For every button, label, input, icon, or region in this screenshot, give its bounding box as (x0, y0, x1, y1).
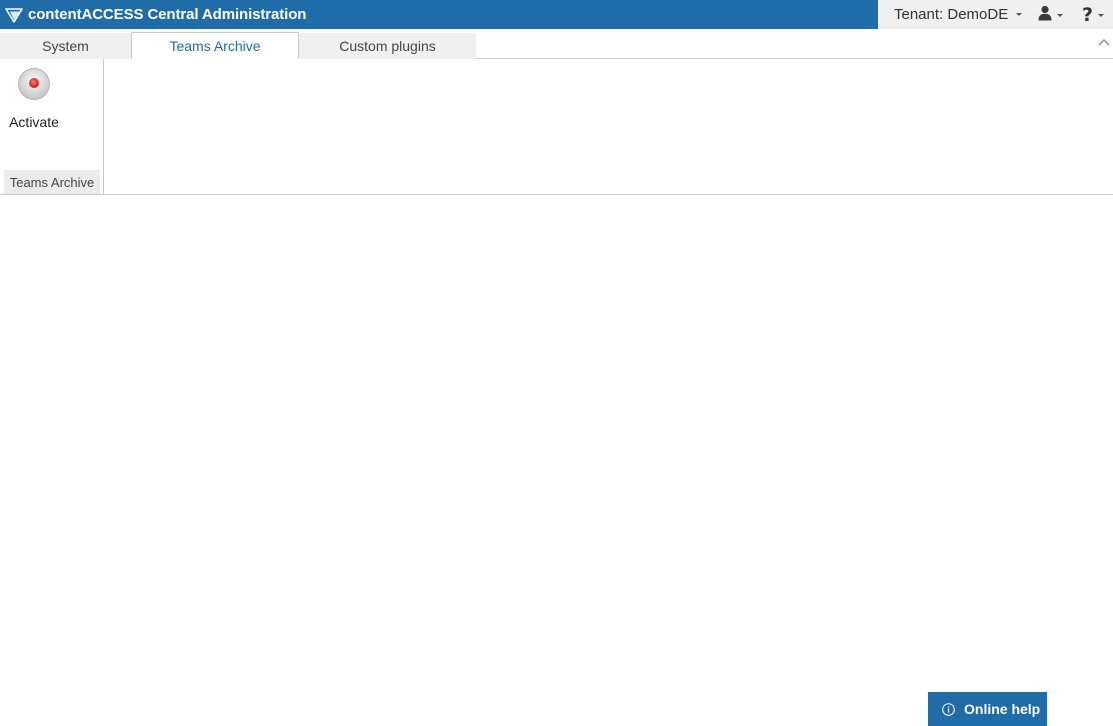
chevron-down-icon (1016, 13, 1023, 16)
ribbon-tabs: System Teams Archive Custom plugins (0, 29, 1113, 59)
help-menu[interactable]: ? (1082, 4, 1105, 26)
user-menu[interactable] (1038, 5, 1063, 25)
record-icon (17, 67, 51, 101)
user-icon (1038, 5, 1052, 26)
collapse-ribbon-icon[interactable] (1097, 36, 1111, 48)
chevron-down-icon (1057, 13, 1063, 17)
help-icon: ? (1082, 4, 1094, 26)
tab-teams-archive[interactable]: Teams Archive (131, 32, 299, 59)
chevron-down-icon (1098, 13, 1105, 17)
online-help-button[interactable]: Online help (928, 692, 1047, 726)
title-bar: contentACCESS Central Administration Ten… (0, 0, 1113, 29)
app-title: contentACCESS Central Administration (28, 6, 307, 23)
header-controls: Tenant: DemoDE ? (878, 0, 1113, 29)
online-help-label: Online help (964, 701, 1041, 717)
activate-label: Activate (9, 114, 59, 130)
tab-system[interactable]: System (0, 33, 131, 59)
tab-custom-plugins[interactable]: Custom plugins (299, 33, 476, 59)
activate-button[interactable]: Activate (4, 65, 64, 130)
tenant-selector[interactable]: Tenant: DemoDE (894, 6, 1023, 23)
app-header: contentACCESS Central Administration (0, 0, 878, 29)
ribbon-panel: Activate Teams Archive (0, 59, 1113, 195)
info-icon (942, 702, 955, 716)
ribbon-group-label: Teams Archive (4, 170, 100, 194)
ribbon-group-teams-archive: Activate Teams Archive (0, 59, 104, 194)
tenant-label: Tenant: DemoDE (894, 6, 1009, 23)
app-logo-icon (0, 0, 28, 29)
